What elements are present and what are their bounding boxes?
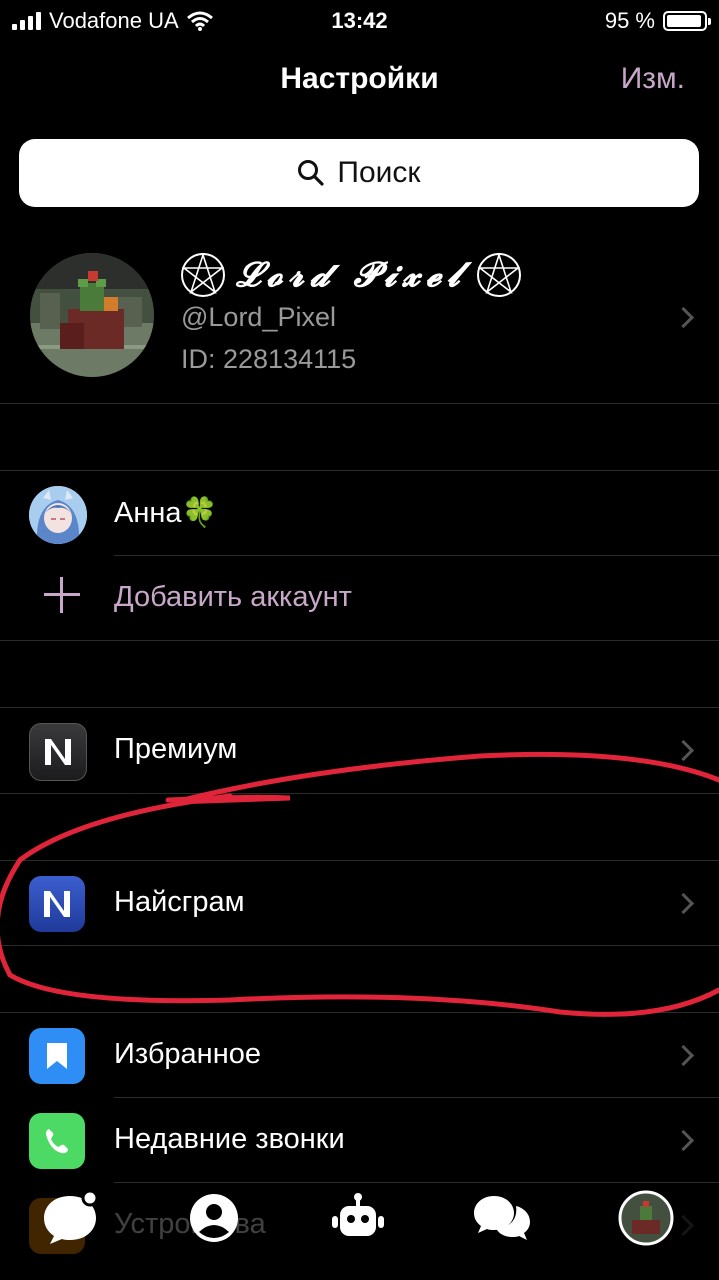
robot-icon (332, 1193, 384, 1236)
tab-contacts[interactable] (184, 1188, 244, 1248)
profile-username: @Lord_Pixel (181, 302, 336, 332)
chevron-right-icon (672, 739, 695, 762)
divider (0, 1012, 719, 1013)
add-account-button[interactable]: Добавить аккаунт (0, 557, 719, 641)
phone-icon (29, 1113, 85, 1169)
chevron-right-icon (672, 306, 695, 329)
menu-item-premium[interactable]: Премиум (0, 709, 719, 793)
tab-chats[interactable] (40, 1188, 100, 1248)
profile-display-name: 𝓛𝓸𝓻𝓭 𝓟𝓲𝔁𝓮𝓵 (236, 255, 467, 295)
tab-bots[interactable] (328, 1188, 388, 1248)
profile-avatar-icon (618, 1190, 674, 1246)
avatar[interactable] (30, 253, 154, 377)
add-account-label: Добавить аккаунт (114, 581, 352, 613)
divider (0, 640, 719, 641)
status-bar: Vodafone UA 13:42 95 % (0, 0, 719, 40)
account-row-anna[interactable]: Анна🍀 (0, 472, 719, 556)
chat-bubble-icon (44, 1190, 99, 1244)
search-bar[interactable]: Поиск (19, 139, 699, 207)
divider (114, 555, 719, 556)
chevron-right-icon (672, 1129, 695, 1152)
chevron-right-icon (672, 892, 695, 915)
pentagram-icon (181, 252, 225, 297)
chats-bubbles-icon (474, 1196, 530, 1240)
menu-item-nicegram[interactable]: Найсграм (0, 862, 719, 946)
nicegram-premium-icon (29, 723, 87, 781)
divider (0, 945, 719, 946)
plus-icon (44, 577, 80, 613)
profile-row[interactable]: 𝓛𝓸𝓻𝓭 𝓟𝓲𝔁𝓮𝓵 @Lord_Pixel ID: 228134115 (0, 240, 719, 402)
bookmark-icon (29, 1028, 85, 1084)
tab-bar (0, 1180, 719, 1280)
menu-item-favorites[interactable]: Избранное (0, 1014, 719, 1098)
divider (0, 860, 719, 861)
page-title: Настройки (280, 62, 439, 95)
profile-name: 𝓛𝓸𝓻𝓭 𝓟𝓲𝔁𝓮𝓵 (180, 252, 522, 298)
menu-item-recent-calls[interactable]: Недавние звонки (0, 1099, 719, 1183)
tab-channels[interactable] (472, 1188, 532, 1248)
account-name: Анна🍀 (114, 497, 218, 529)
battery-percent: 95 % (604, 8, 655, 33)
pentagram-icon (477, 252, 522, 297)
menu-item-label: Премиум (114, 733, 238, 765)
account-avatar (29, 486, 87, 544)
chevron-right-icon (672, 1044, 695, 1067)
divider (0, 470, 719, 471)
edit-button[interactable]: Изм. (621, 62, 685, 96)
divider (0, 707, 719, 708)
search-label: Поиск (337, 156, 421, 189)
tab-settings[interactable] (616, 1188, 676, 1248)
search-icon (298, 160, 325, 186)
nicegram-icon (29, 876, 85, 932)
divider (114, 1097, 719, 1098)
battery-icon (663, 11, 711, 31)
profile-id: ID: 228134115 (181, 344, 357, 374)
person-icon (190, 1194, 238, 1242)
divider (0, 793, 719, 794)
menu-item-label: Найсграм (114, 886, 245, 918)
divider (0, 403, 719, 404)
menu-item-label: Избранное (114, 1038, 261, 1070)
menu-item-label: Недавние звонки (114, 1123, 345, 1155)
